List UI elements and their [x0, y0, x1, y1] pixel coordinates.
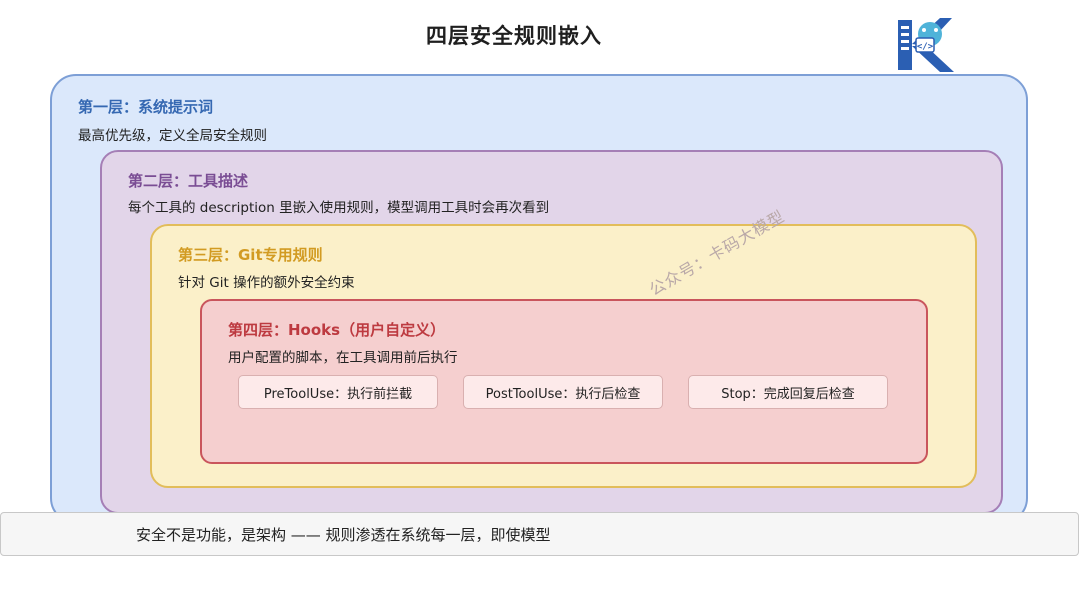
diagram-title: 四层安全规则嵌入	[426, 24, 602, 48]
layer-2-title: 第二层：工具描述	[128, 172, 249, 190]
layer-2-desc: 每个工具的 description 里嵌入使用规则，模型调用工具时会再次看到	[128, 200, 550, 216]
caption-text: 安全不是功能，是架构 —— 规则渗透在系统每一层，即使模型	[136, 526, 551, 544]
hook-stop: Stop：完成回复后检查	[688, 375, 888, 409]
layer-4-title: 第四层：Hooks（用户自定义）	[228, 321, 446, 339]
layer-1-desc: 最高优先级，定义全局安全规则	[78, 128, 267, 144]
layer-1-title: 第一层：系统提示词	[78, 98, 214, 116]
layer-3-desc: 针对 Git 操作的额外安全约束	[178, 275, 355, 291]
layer-3-title: 第三层：Git专用规则	[178, 246, 323, 264]
svg-text:</>: </>	[917, 42, 934, 52]
layer-4-desc: 用户配置的脚本，在工具调用前后执行	[228, 350, 458, 366]
brand-logo-icon: </>	[896, 16, 956, 74]
hook-pretooluse: PreToolUse：执行前拦截	[238, 375, 438, 409]
hook-posttooluse: PostToolUse：执行后检查	[463, 375, 663, 409]
